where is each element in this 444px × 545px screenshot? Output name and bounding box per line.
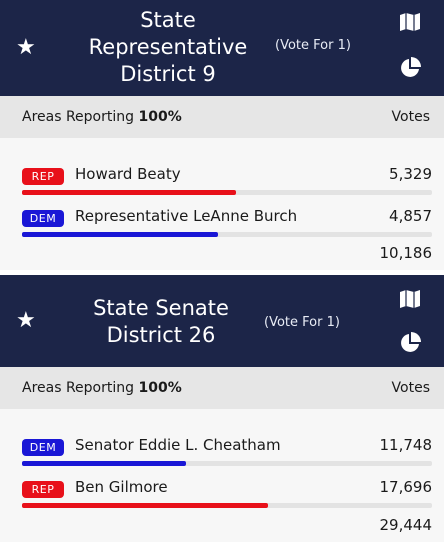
results-list: REP Howard Beaty 5,329 DEM Representativ…: [0, 138, 444, 270]
star-icon[interactable]: ★: [16, 310, 36, 332]
areas-reporting-label: Areas Reporting: [22, 109, 135, 125]
race-state-rep-district-9: ★ State Representative District 9 (Vote …: [0, 0, 444, 270]
race-title: State Representative District 9: [86, 7, 250, 88]
total-votes: 29,444: [379, 516, 433, 534]
race-title-line: District 9: [120, 62, 216, 86]
vote-share-fill: [22, 190, 237, 195]
candidate-name: Howard Beaty: [75, 165, 181, 183]
vote-share-fill: [22, 503, 269, 508]
vote-for-label: (Vote For 1): [275, 38, 351, 53]
areas-reporting-value: 100%: [138, 109, 182, 125]
race-title-line: State: [140, 8, 196, 32]
candidate-row: REP Howard Beaty 5,329: [0, 162, 444, 202]
map-icon[interactable]: [398, 287, 422, 311]
vote-share-bar: [22, 190, 432, 195]
vote-for-label: (Vote For 1): [264, 315, 340, 330]
reporting-bar: Areas Reporting 100% Votes: [0, 367, 444, 409]
race-title-line: District 26: [106, 323, 216, 347]
vote-share-bar: [22, 503, 432, 508]
candidate-row: REP Ben Gilmore 17,696: [0, 475, 444, 515]
party-badge: DEM: [22, 210, 64, 227]
candidate-name: Representative LeAnne Burch: [75, 207, 298, 225]
party-badge: REP: [22, 168, 64, 185]
candidate-row: DEM Senator Eddie L. Cheatham 11,748: [0, 433, 444, 473]
areas-reporting: Areas Reporting 100%: [22, 380, 182, 396]
candidate-votes: 5,329: [389, 165, 432, 183]
pie-chart-icon[interactable]: [398, 56, 422, 80]
vote-share-fill: [22, 232, 218, 237]
pie-chart-icon[interactable]: [398, 331, 422, 355]
race-header: ★ State Representative District 9 (Vote …: [0, 0, 444, 96]
vote-share-bar: [22, 461, 432, 466]
vote-share-bar: [22, 232, 432, 237]
candidate-name: Ben Gilmore: [75, 478, 168, 496]
party-badge: REP: [22, 481, 64, 498]
race-header: ★ State Senate District 26 (Vote For 1): [0, 275, 444, 367]
areas-reporting-value: 100%: [138, 380, 182, 396]
race-title-line: State Senate: [93, 296, 229, 320]
race-title: State Senate District 26: [86, 295, 236, 349]
votes-header: Votes: [391, 109, 430, 125]
map-icon[interactable]: [398, 10, 422, 34]
areas-reporting-label: Areas Reporting: [22, 380, 135, 396]
candidate-name: Senator Eddie L. Cheatham: [75, 436, 281, 454]
total-votes: 10,186: [379, 244, 433, 262]
star-icon[interactable]: ★: [16, 37, 36, 59]
reporting-bar: Areas Reporting 100% Votes: [0, 96, 444, 138]
vote-share-fill: [22, 461, 186, 466]
results-list: DEM Senator Eddie L. Cheatham 11,748 REP…: [0, 409, 444, 542]
candidate-votes: 17,696: [379, 478, 433, 496]
party-badge: DEM: [22, 439, 64, 456]
candidate-votes: 11,748: [379, 436, 433, 454]
candidate-row: DEM Representative LeAnne Burch 4,857: [0, 204, 444, 244]
areas-reporting: Areas Reporting 100%: [22, 109, 182, 125]
race-state-senate-district-26: ★ State Senate District 26 (Vote For 1) …: [0, 275, 444, 542]
votes-header: Votes: [391, 380, 430, 396]
candidate-votes: 4,857: [389, 207, 432, 225]
race-title-line: Representative: [88, 35, 248, 59]
